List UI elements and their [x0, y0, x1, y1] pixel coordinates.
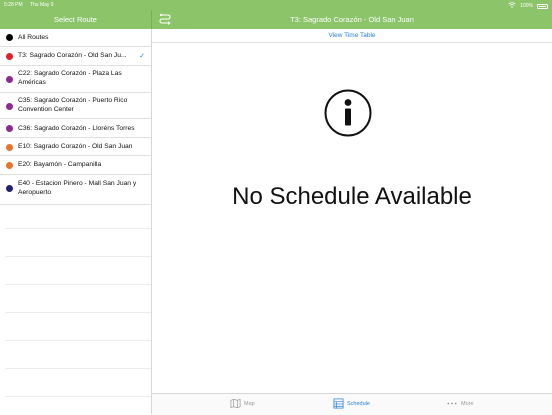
status-bar: 5:28 PM Thu May 9 100% [0, 0, 552, 10]
route-row-e10[interactable]: E10: Sagrado Corazón - Old San Juan [0, 138, 151, 156]
route-row-c22[interactable]: C22: Sagrado Corazón - Plaza Las América… [0, 66, 151, 93]
route-icon [159, 13, 171, 25]
tab-label: Map [244, 400, 255, 407]
route-row-all[interactable]: All Routes [0, 29, 151, 47]
status-date: Thu May 9 [29, 2, 54, 8]
tab-more[interactable]: More [446, 398, 474, 409]
route-color-dot [6, 103, 13, 110]
route-label: C22: Sagrado Corazón - Plaza Las América… [18, 70, 122, 86]
schedule-icon [333, 398, 344, 409]
route-color-dot [6, 125, 13, 132]
empty-row [6, 368, 151, 369]
route-color-dot [6, 144, 13, 151]
empty-row [6, 228, 151, 229]
route-color-dot [6, 76, 13, 83]
route-toggle-button[interactable] [158, 12, 172, 26]
info-icon [324, 89, 372, 137]
route-list: All Routes T3: Sagrado Corazón - Old San… [0, 29, 152, 414]
empty-row [6, 340, 151, 341]
page-title: T3: Sagrado Corazón - Old San Juan [152, 10, 552, 29]
battery-icon [537, 3, 548, 9]
route-color-dot [6, 162, 13, 169]
route-label: T3: Sagrado Corazón - Old San Ju... [18, 52, 127, 59]
route-color-dot [6, 53, 13, 60]
route-row-e20[interactable]: E20: Bayamón - Campanilla [0, 156, 151, 175]
checkmark-icon: ✓ [139, 53, 145, 60]
wifi-icon [508, 2, 516, 10]
route-label: E20: Bayamón - Campanilla [18, 161, 102, 168]
route-label: C35: Sagrado Corazón - Puerto Rico Conve… [18, 97, 128, 113]
sidebar-title: Select Route [0, 10, 151, 29]
route-label: C36: Sagrado Corazón - Lloréns Torres [18, 125, 135, 132]
route-row-t3[interactable]: T3: Sagrado Corazón - Old San Ju... ✓ [0, 47, 151, 66]
route-color-dot [6, 34, 13, 41]
empty-state-message: No Schedule Available [232, 183, 472, 210]
route-row-c35[interactable]: C35: Sagrado Corazón - Puerto Rico Conve… [0, 93, 151, 119]
status-time: 5:28 PM [4, 2, 23, 8]
empty-row [6, 396, 151, 397]
more-icon [447, 402, 457, 405]
route-label: E10: Sagrado Corazón - Old San Juan [18, 143, 133, 150]
route-row-c36[interactable]: C36: Sagrado Corazón - Lloréns Torres [0, 119, 151, 138]
route-row-e40[interactable]: E40 - Estacion Pinero - Mall San Juan y … [0, 175, 151, 205]
empty-row [6, 284, 151, 285]
route-label: E40 - Estacion Pinero - Mall San Juan y … [18, 180, 137, 196]
map-icon [230, 398, 241, 409]
empty-row [6, 312, 151, 313]
tab-schedule[interactable]: Schedule [333, 398, 370, 409]
tab-bar: Map Schedule More [152, 393, 552, 415]
tab-map[interactable]: Map [230, 398, 255, 409]
tab-label: More [461, 400, 474, 407]
view-time-table-link[interactable]: View Time Table [152, 29, 552, 43]
tab-label: Schedule [347, 400, 370, 407]
route-color-dot [6, 185, 13, 192]
route-label: All Routes [18, 34, 49, 41]
battery-label: 100% [520, 3, 533, 9]
empty-row [6, 256, 151, 257]
